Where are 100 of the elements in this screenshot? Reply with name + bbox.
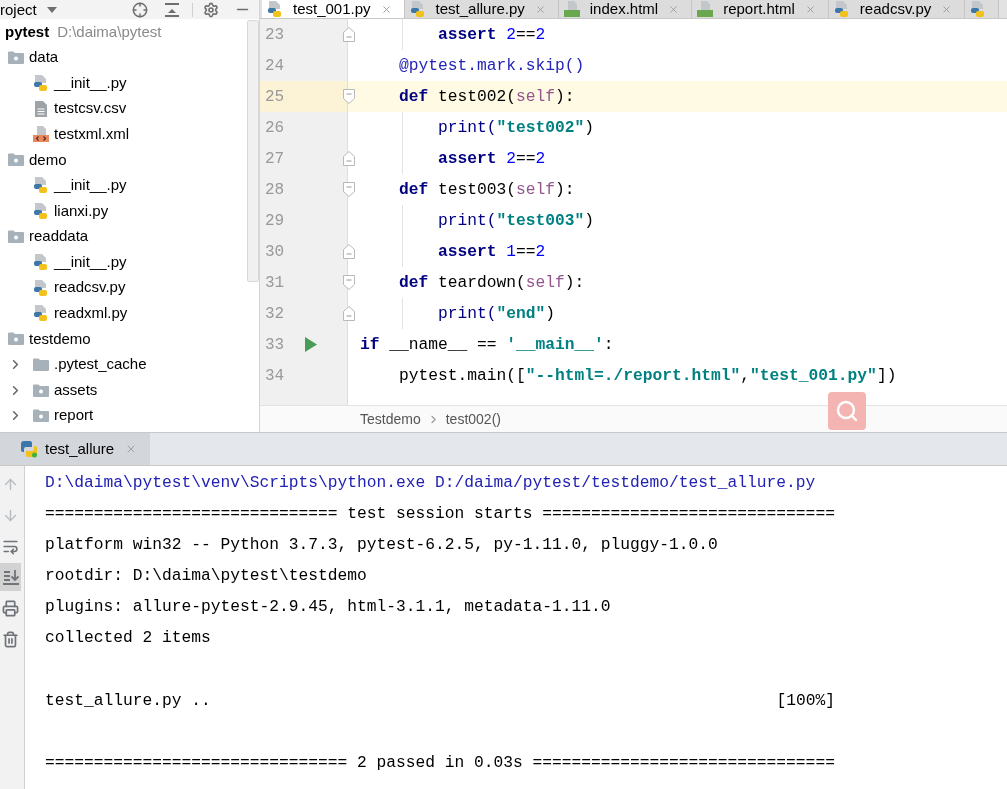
folder-icon <box>33 358 49 371</box>
code-line: print("end") <box>438 303 556 324</box>
progress-percent: [100%] <box>776 689 835 712</box>
code-line: pytest.main(["--html=./report.html","test_001.py"]) <box>399 365 897 386</box>
search-button[interactable] <box>828 392 866 430</box>
tree-item[interactable]: .pytest_cache <box>33 353 147 376</box>
code-line: assert 2==2 <box>438 148 546 169</box>
line-number: 25 <box>264 86 286 108</box>
editor-tab[interactable]: test_001.py <box>262 0 405 18</box>
code-line: assert 1==2 <box>438 241 546 262</box>
collapse-all-icon[interactable] <box>164 2 180 17</box>
line-number: 26 <box>264 117 286 139</box>
tree-item[interactable]: readcsv.py <box>33 276 126 299</box>
line-number: 28 <box>264 179 286 201</box>
folder-icon <box>8 332 24 346</box>
tree-item[interactable]: assets <box>33 378 98 402</box>
crosshair-icon[interactable] <box>132 1 148 18</box>
project-path: D:\daima\pytest <box>57 21 162 42</box>
fold-icon[interactable] <box>342 27 355 42</box>
console-line: ============================== test session starts ============================== <box>45 504 835 524</box>
printer-icon <box>2 599 19 617</box>
tree-item[interactable]: readdata <box>8 225 89 248</box>
tree-item[interactable]: __init__.py <box>33 71 127 95</box>
tree-item[interactable]: testxml.xml <box>33 122 129 146</box>
tree-item[interactable]: lianxi.py <box>33 199 109 223</box>
fold-icon[interactable] <box>342 182 355 197</box>
python-file-icon <box>33 254 49 271</box>
code-line: def test003(self): <box>399 179 575 200</box>
run-tab[interactable]: test_allure <box>0 433 150 465</box>
tree-item[interactable]: testcsv.csv <box>33 97 127 120</box>
tree-item[interactable]: data <box>8 46 59 69</box>
line-number: 30 <box>264 241 286 263</box>
tree-item[interactable]: testdemo <box>8 327 91 351</box>
fold-icon[interactable] <box>342 151 355 166</box>
line-number: 27 <box>264 148 286 170</box>
fold-icon[interactable] <box>342 244 355 259</box>
folder-icon <box>33 409 49 423</box>
scrollbar-thumb[interactable] <box>247 20 259 282</box>
code-line: def test002(self): <box>399 86 575 107</box>
editor-tab[interactable] <box>965 0 1000 18</box>
editor-tab[interactable]: report.html <box>692 0 829 18</box>
line-number: 24 <box>264 55 286 77</box>
panel-title[interactable]: roject <box>0 0 37 19</box>
python-file-icon <box>33 177 49 194</box>
console-line: rootdir: D:\daima\pytest\testdemo <box>45 566 367 586</box>
editor-tab[interactable]: test_allure.py <box>404 0 559 18</box>
code-line: if __name__ == '__main__': <box>360 334 614 355</box>
trash-icon <box>2 630 19 648</box>
close-icon[interactable] <box>534 3 546 15</box>
breadcrumb-item[interactable]: test002() <box>445 408 501 430</box>
line-number: 23 <box>264 24 286 46</box>
line-number: 31 <box>264 272 286 294</box>
tree-item[interactable]: pytest <box>5 20 50 44</box>
line-number: 32 <box>264 303 286 325</box>
fold-icon[interactable] <box>342 275 355 290</box>
tree-item[interactable]: __init__.py <box>33 174 127 197</box>
breadcrumb-item[interactable]: Testdemo <box>360 408 421 430</box>
console-line: platform win32 -- Python 3.7.3, pytest-6.2.5, py-1.11.0, pluggy-1.0.0 <box>45 535 718 555</box>
settings-icon[interactable] <box>203 1 219 18</box>
close-icon[interactable] <box>941 3 953 15</box>
code-line: def teardown(self): <box>399 272 585 293</box>
python-file-icon <box>33 305 49 322</box>
line-number: 33 <box>264 334 286 356</box>
code-line: print("test003") <box>438 210 595 231</box>
play-icon[interactable] <box>305 337 317 352</box>
line-number: 29 <box>264 210 286 232</box>
code-line: print("test002") <box>438 117 595 138</box>
console-line: D:\daima\pytest\venv\Scripts\python.exe D:/daima/pytest/testdemo/test_allure.py <box>45 473 816 492</box>
text-file-icon <box>35 100 47 117</box>
console-line: test_allure.py .. <box>45 689 211 712</box>
tree-item[interactable]: demo <box>8 148 67 171</box>
search-icon <box>835 399 859 423</box>
scroll-to-end-icon <box>2 569 19 585</box>
folder-icon <box>8 153 24 167</box>
tree-item[interactable]: report <box>33 404 94 427</box>
caret-down-icon[interactable] <box>46 6 57 13</box>
editor-tab[interactable]: index.html <box>558 0 693 18</box>
folder-icon <box>8 230 24 244</box>
close-icon[interactable] <box>380 3 392 15</box>
scroll-to-end-button[interactable] <box>0 563 21 591</box>
line-number: 34 <box>264 365 286 387</box>
editor-tab[interactable]: readcsv.py <box>828 0 966 18</box>
close-icon[interactable] <box>804 3 816 15</box>
folder-icon <box>8 50 24 64</box>
xml-file-icon <box>33 126 49 143</box>
tree-item[interactable]: __init__.py <box>33 250 127 274</box>
tree-item[interactable]: readxml.py <box>33 302 128 325</box>
python-file-icon <box>33 75 49 91</box>
console-line: collected 2 items <box>45 628 211 648</box>
fold-icon[interactable] <box>342 306 355 321</box>
code-line: assert 2==2 <box>438 24 546 45</box>
console-line: =============================== 2 passed in 0.03s =============================== <box>45 752 835 772</box>
python-file-icon <box>33 279 49 296</box>
code-line: @pytest.mark.skip() <box>399 55 585 76</box>
python-icon <box>20 440 38 458</box>
close-icon[interactable] <box>668 3 680 15</box>
console-line: plugins: allure-pytest-2.9.45, html-3.1.1, metadata-1.11.0 <box>45 597 611 617</box>
folder-icon <box>33 383 49 397</box>
fold-icon[interactable] <box>342 89 355 104</box>
python-file-icon <box>33 202 49 219</box>
